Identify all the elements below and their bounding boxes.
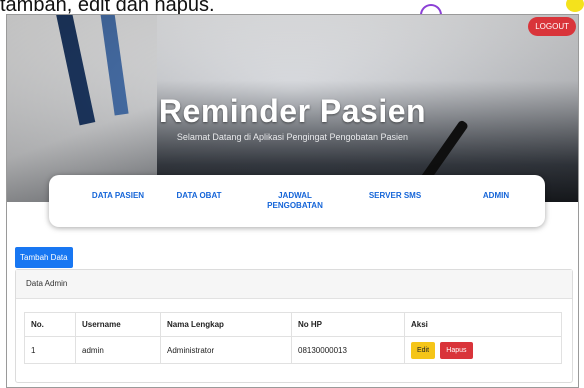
logout-button[interactable]: LOGOUT: [528, 17, 576, 36]
column-header-nama-lengkap: Nama Lengkap: [160, 312, 292, 337]
column-header-username: Username: [75, 312, 161, 337]
nav-item-server-sms[interactable]: SERVER SMS: [363, 191, 427, 201]
nav-item-data-obat[interactable]: DATA OBAT: [169, 191, 229, 201]
table-header-row: No. Username Nama Lengkap No HP Aksi: [24, 312, 562, 337]
panel-title: Data Admin: [16, 270, 572, 299]
cell-username: admin: [75, 336, 161, 364]
admin-data-panel: Data Admin No. Username Nama Lengkap No …: [15, 269, 573, 383]
cell-no: 1: [24, 336, 76, 364]
decorative-shape: [566, 0, 584, 12]
header-banner: Reminder Pasien Selamat Datang di Aplika…: [7, 15, 578, 202]
admin-table: No. Username Nama Lengkap No HP Aksi 1 a…: [24, 312, 562, 364]
nav-item-jadwal-pengobatan[interactable]: JADWAL PENGOBATAN: [263, 191, 327, 211]
edit-button[interactable]: Edit: [411, 341, 436, 359]
cell-no-hp: 08130000013: [291, 336, 405, 364]
cell-aksi: Edit Hapus: [404, 336, 562, 364]
cell-nama-lengkap: Administrator: [160, 336, 292, 364]
column-header-no: No.: [24, 312, 76, 337]
nav-item-data-pasien[interactable]: DATA PASIEN: [83, 191, 153, 201]
page-subtitle: Selamat Datang di Aplikasi Pengingat Pen…: [176, 132, 409, 142]
page-title: Reminder Pasien: [158, 93, 427, 129]
column-header-no-hp: No HP: [291, 312, 405, 337]
column-header-aksi: Aksi: [404, 312, 562, 337]
table-row: 1 admin Administrator 08130000013 Edit H…: [24, 336, 562, 364]
app-window: Reminder Pasien Selamat Datang di Aplika…: [6, 14, 579, 388]
add-data-button[interactable]: Tambah Data: [15, 247, 73, 268]
delete-button[interactable]: Hapus: [440, 341, 473, 359]
main-nav: DATA PASIEN DATA OBAT JADWAL PENGOBATAN …: [49, 175, 545, 227]
nav-item-admin[interactable]: ADMIN: [473, 191, 519, 201]
